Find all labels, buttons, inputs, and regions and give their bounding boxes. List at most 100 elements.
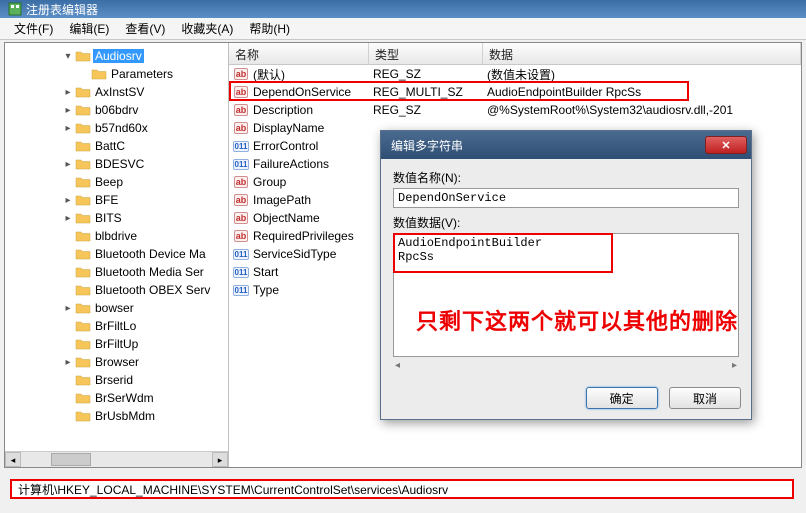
cell-data: @%SystemRoot%\System32\audiosrv.dll,-201 — [487, 103, 801, 117]
folder-icon — [75, 85, 91, 99]
folder-icon — [75, 175, 91, 189]
dialog-titlebar[interactable]: 编辑多字符串 ✕ — [381, 131, 751, 159]
string-value-icon: ab — [234, 230, 249, 242]
cell-name: Start — [253, 265, 373, 279]
tree-item[interactable]: Bluetooth Device Ma — [5, 245, 228, 263]
tree-item[interactable]: ▸BITS — [5, 209, 228, 227]
annotation-text: 只剩下这两个就可以其他的删除 — [416, 304, 738, 336]
tree-item[interactable]: Brserid — [5, 371, 228, 389]
expand-toggle[interactable]: ▸ — [61, 87, 75, 98]
expand-toggle[interactable]: ▸ — [61, 195, 75, 206]
status-path-text: 计算机\HKEY_LOCAL_MACHINE\SYSTEM\CurrentCon… — [18, 481, 448, 498]
list-row[interactable]: abDescriptionREG_SZ@%SystemRoot%\System3… — [229, 101, 801, 119]
string-value-icon: ab — [234, 104, 249, 116]
tree-item[interactable]: ▸ Browser — [5, 353, 228, 371]
folder-icon — [75, 103, 91, 117]
menu-edit[interactable]: 编辑(E) — [61, 20, 117, 37]
expand-toggle[interactable]: ▸ — [61, 105, 75, 116]
scroll-left-button[interactable]: ◂ — [5, 452, 21, 467]
cell-data: AudioEndpointBuilder RpcSs — [487, 85, 801, 99]
tree-item[interactable]: blbdrive — [5, 227, 228, 245]
tree-item-label: BrSerWdm — [93, 391, 156, 405]
cancel-button[interactable]: 取消 — [669, 387, 741, 409]
tree-item[interactable]: Bluetooth OBEX Serv — [5, 281, 228, 299]
cell-name: ObjectName — [253, 211, 373, 225]
tree-pane[interactable]: ▾ Audiosrv Parameters ▸ AxInstSV ▸ b06bdrv ▸ b57… — [5, 43, 229, 467]
folder-icon — [75, 355, 91, 369]
cell-name: FailureActions — [253, 157, 373, 171]
cell-name: DependOnService — [253, 85, 373, 99]
cell-name: ImagePath — [253, 193, 373, 207]
tree-item-label: Brserid — [93, 373, 135, 387]
folder-icon — [75, 283, 91, 297]
cell-name: Type — [253, 283, 373, 297]
value-name-input[interactable] — [393, 188, 739, 208]
tree-item-label: BrFiltUp — [93, 337, 140, 351]
list-row[interactable]: abDependOnServiceREG_MULTI_SZAudioEndpoi… — [229, 83, 801, 101]
scroll-right-button[interactable]: ▸ — [212, 452, 228, 467]
tree-item[interactable]: ▸ bowser — [5, 299, 228, 317]
tree-item-label: Bluetooth Media Ser — [93, 265, 206, 279]
tree-item-label: Audiosrv — [93, 49, 144, 63]
expand-toggle[interactable]: ▸ — [61, 213, 75, 224]
tree-item[interactable]: BrFiltUp — [5, 335, 228, 353]
list-row[interactable]: ab(默认)REG_SZ(数值未设置) — [229, 65, 801, 83]
expand-toggle[interactable]: ▸ — [61, 159, 75, 170]
cell-name: RequiredPrivileges — [253, 229, 373, 243]
folder-icon — [75, 49, 91, 63]
tree-item[interactable]: BrSerWdm — [5, 389, 228, 407]
tree-item[interactable]: Bluetooth Media Ser — [5, 263, 228, 281]
col-header-type[interactable]: 类型 — [369, 43, 483, 64]
tree-item[interactable]: ▸ b57nd60x — [5, 119, 228, 137]
folder-icon — [75, 301, 91, 315]
tree-item-label: BDESVC — [93, 157, 146, 171]
cell-type: REG_SZ — [373, 67, 487, 81]
expand-toggle[interactable]: ▸ — [61, 357, 75, 368]
dialog-title: 编辑多字符串 — [391, 137, 463, 154]
folder-icon — [75, 193, 91, 207]
list-header[interactable]: 名称 类型 数据 — [229, 43, 801, 65]
folder-icon — [91, 67, 107, 81]
col-header-name[interactable]: 名称 — [229, 43, 369, 64]
tree-item-label: Browser — [93, 355, 141, 369]
scroll-thumb[interactable] — [51, 453, 91, 466]
tree-item-label: BrFiltLo — [93, 319, 138, 333]
tree-item-label: bowser — [93, 301, 136, 315]
ok-button[interactable]: 确定 — [586, 387, 658, 409]
tree-item[interactable]: ▾ Audiosrv — [5, 47, 228, 65]
tree-item[interactable]: BrUsbMdm — [5, 407, 228, 425]
tree-item[interactable]: BattC — [5, 137, 228, 155]
tree-item-label: Bluetooth Device Ma — [93, 247, 208, 261]
dialog-close-button[interactable]: ✕ — [705, 136, 747, 154]
tree-item[interactable]: Parameters — [5, 65, 228, 83]
tree-item-label: BrUsbMdm — [93, 409, 157, 423]
tree-item-label: b06bdrv — [93, 103, 140, 117]
cell-name: (默认) — [253, 66, 373, 83]
col-header-data[interactable]: 数据 — [483, 43, 801, 64]
tree-item-label: AxInstSV — [93, 85, 146, 99]
tree-item-label: b57nd60x — [93, 121, 150, 135]
tree-hscroll[interactable]: ◂ ▸ — [5, 451, 228, 467]
tree-item[interactable]: Beep — [5, 173, 228, 191]
expand-toggle[interactable]: ▸ — [61, 123, 75, 134]
value-data-textarea[interactable] — [393, 233, 739, 357]
menu-favorites[interactable]: 收藏夹(A) — [173, 20, 241, 37]
cell-name: ErrorControl — [253, 139, 373, 153]
menu-help[interactable]: 帮助(H) — [241, 20, 298, 37]
edit-multistring-dialog: 编辑多字符串 ✕ 数值名称(N): 数值数据(V): ◂▸ 确定 取消 — [380, 130, 752, 420]
tree-item[interactable]: BrFiltLo — [5, 317, 228, 335]
menu-file[interactable]: 文件(F) — [6, 20, 61, 37]
expand-toggle[interactable]: ▾ — [61, 51, 75, 62]
cell-name: DisplayName — [253, 121, 373, 135]
tree-item[interactable]: ▸ b06bdrv — [5, 101, 228, 119]
tree-item-label: Bluetooth OBEX Serv — [93, 283, 212, 297]
expand-toggle[interactable]: ▸ — [61, 303, 75, 314]
tree-item[interactable]: ▸BFE — [5, 191, 228, 209]
cell-data: (数值未设置) — [487, 66, 801, 83]
tree-item-label: Beep — [93, 175, 125, 189]
folder-icon — [75, 229, 91, 243]
menu-view[interactable]: 查看(V) — [117, 20, 173, 37]
tree-item[interactable]: ▸ BDESVC — [5, 155, 228, 173]
tree-item[interactable]: ▸ AxInstSV — [5, 83, 228, 101]
value-name-label: 数值名称(N): — [393, 169, 739, 186]
